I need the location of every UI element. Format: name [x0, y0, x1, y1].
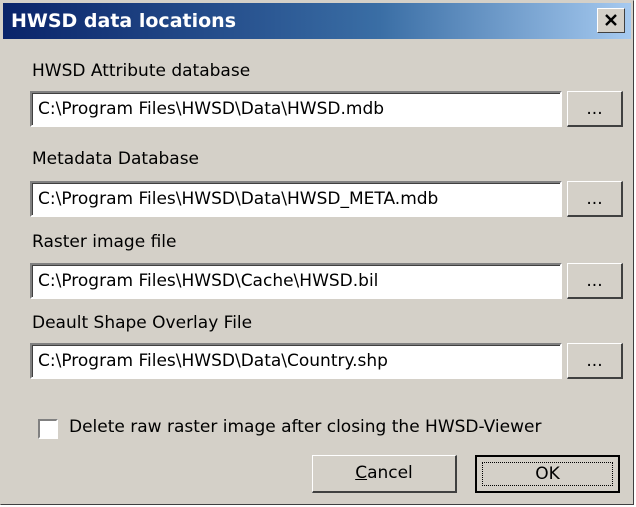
cancel-label: ancel: [367, 463, 413, 483]
metadata-database-input[interactable]: [30, 181, 562, 217]
raster-image-file-input[interactable]: [30, 263, 562, 299]
cancel-mnemonic: C: [355, 463, 368, 483]
ok-label: OK: [535, 464, 560, 484]
shape-overlay-file-input[interactable]: [30, 343, 562, 379]
title-bar[interactable]: HWSD data locations: [3, 3, 631, 39]
shape-overlay-file-label: Deault Shape Overlay File: [32, 313, 253, 333]
metadata-database-label: Metadata Database: [32, 149, 200, 169]
raster-image-file-browse-button[interactable]: ...: [567, 263, 623, 299]
hwsd-data-locations-dialog: HWSD data locations HWSD Attribute datab…: [0, 0, 634, 505]
ok-button[interactable]: OK: [475, 455, 620, 493]
raster-image-file-label: Raster image file: [32, 232, 177, 252]
metadata-database-browse-button[interactable]: ...: [567, 181, 623, 217]
close-button[interactable]: [597, 8, 625, 33]
delete-raw-image-checkbox[interactable]: [38, 419, 58, 439]
window-title: HWSD data locations: [11, 10, 237, 32]
cancel-button[interactable]: Cancel: [312, 455, 457, 493]
delete-raw-image-label[interactable]: Delete raw raster image after closing th…: [69, 417, 541, 437]
attribute-database-label: HWSD Attribute database: [32, 61, 251, 81]
shape-overlay-file-browse-button[interactable]: ...: [567, 343, 623, 379]
close-icon: [605, 14, 617, 26]
attribute-database-browse-button[interactable]: ...: [567, 91, 623, 127]
attribute-database-input[interactable]: [30, 91, 562, 127]
